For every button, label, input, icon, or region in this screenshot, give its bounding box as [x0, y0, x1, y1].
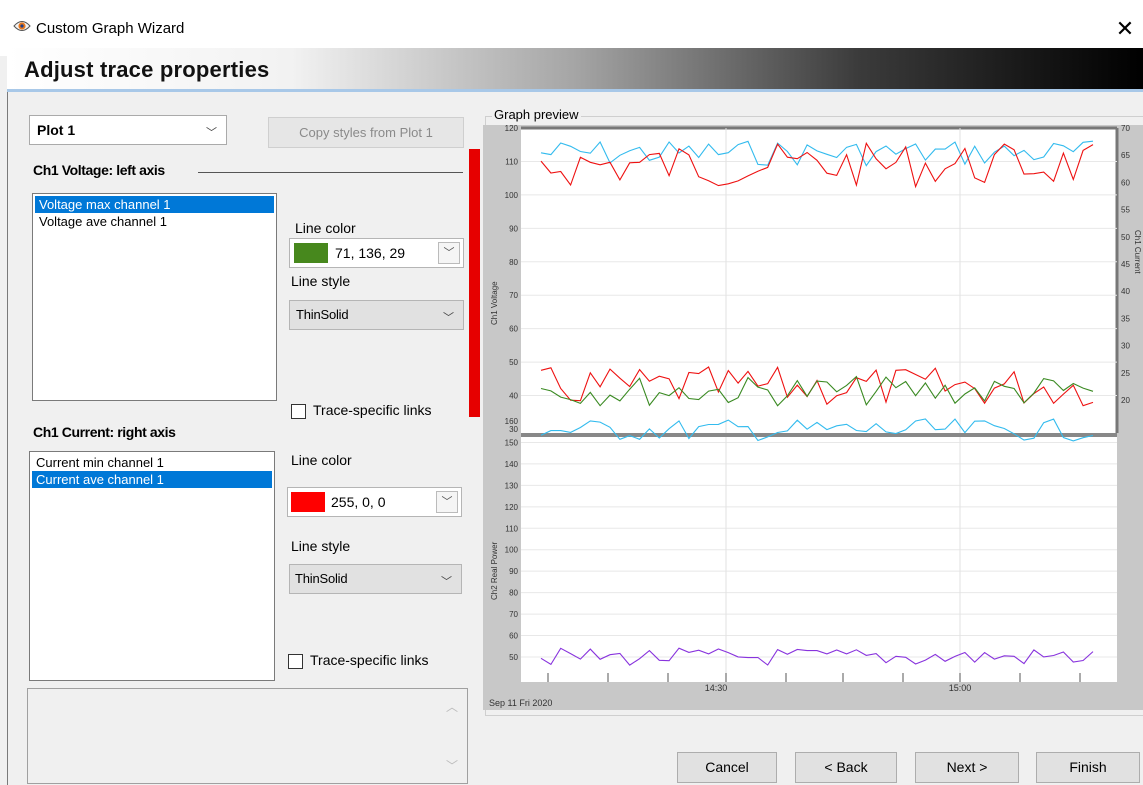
window-border — [7, 92, 8, 785]
chevron-down-icon[interactable]: ﹀ — [441, 573, 452, 589]
y-tick-label: 100 — [505, 191, 519, 200]
trace-specific-links-label: Trace-specific links — [310, 652, 429, 668]
graph-preview-legend: Graph preview — [492, 107, 581, 122]
current-section-heading: Ch1 Current: right axis — [33, 424, 176, 440]
top-right-axis-title: Ch1 Current — [1133, 230, 1142, 274]
chevron-down-icon[interactable]: ﹀ — [206, 124, 217, 140]
y-tick-label: 30 — [1121, 342, 1130, 351]
y-tick-label: 140 — [505, 460, 519, 469]
chevron-down-icon[interactable]: ﹀ — [443, 309, 454, 325]
voltage-section-heading: Ch1 Voltage: left axis — [33, 162, 165, 178]
back-button[interactable]: < Back — [795, 752, 897, 783]
eye-icon — [13, 21, 31, 31]
y-tick-label: 60 — [509, 632, 518, 641]
line-color-value: 71, 136, 29 — [335, 245, 406, 261]
y-tick-label: 150 — [505, 438, 519, 447]
color-swatch — [294, 243, 328, 263]
date-label: Sep 11 Fri 2020 — [489, 698, 552, 708]
y-tick-label: 50 — [509, 653, 518, 662]
y-tick-label: 55 — [1121, 206, 1130, 215]
y-tick-label: 50 — [1121, 233, 1130, 242]
voltage-trace-list[interactable]: Voltage max channel 1 Voltage ave channe… — [32, 193, 277, 401]
chevron-down-icon[interactable]: ﹀ — [436, 491, 458, 513]
y-tick-label: 70 — [509, 610, 518, 619]
copy-styles-button[interactable]: Copy styles from Plot 1 — [268, 117, 464, 148]
cancel-button[interactable]: Cancel — [677, 752, 777, 783]
y-tick-label: 100 — [505, 546, 519, 555]
y-tick-label: 90 — [509, 224, 518, 233]
y-tick-label: 60 — [1121, 178, 1130, 187]
y-tick-label: 130 — [505, 481, 519, 490]
plot-select-value: Plot 1 — [37, 122, 76, 138]
window-title: Custom Graph Wizard — [36, 20, 185, 37]
x-tick-label: 15:00 — [949, 683, 972, 693]
trace-specific-links-checkbox[interactable] — [288, 654, 303, 669]
trace-specific-links-checkbox[interactable] — [291, 404, 306, 419]
close-button[interactable]: ✕ — [1108, 12, 1142, 46]
chevron-down-icon[interactable]: ﹀ — [438, 242, 460, 264]
graph-preview-chart: 120 110 100 90 80 70 60 50 40 30 70 65 60 55 50 45 40 35 3… — [483, 125, 1143, 710]
scroll-up-icon[interactable]: ︿ — [446, 698, 458, 715]
description-textarea[interactable] — [27, 688, 468, 784]
line-color-label: Line color — [291, 452, 352, 468]
y-tick-label: 80 — [509, 589, 518, 598]
y-tick-label: 65 — [1121, 151, 1130, 160]
y-tick-label: 70 — [1121, 125, 1130, 133]
y-tick-label: 110 — [505, 157, 518, 166]
color-swatch — [291, 492, 325, 512]
y-tick-label: 20 — [1121, 396, 1130, 405]
scroll-down-icon[interactable]: ﹀ — [446, 757, 458, 774]
y-tick-label: 60 — [509, 325, 518, 334]
y-tick-label: 35 — [1121, 314, 1130, 323]
list-item[interactable]: Voltage max channel 1 — [35, 196, 274, 213]
y-tick-label: 160 — [505, 417, 519, 426]
y-tick-label: 45 — [1121, 260, 1130, 269]
y-tick-label: 80 — [509, 258, 518, 267]
line-color-value: 255, 0, 0 — [331, 494, 386, 510]
y-tick-label: 40 — [1121, 287, 1130, 296]
section-divider — [198, 172, 463, 173]
y-tick-label: 30 — [509, 425, 518, 434]
y-tick-label: 70 — [509, 291, 518, 300]
y-tick-label: 110 — [505, 524, 518, 533]
line-style-label: Line style — [291, 538, 351, 554]
next-button[interactable]: Next > — [915, 752, 1019, 783]
trace-specific-links-label: Trace-specific links — [313, 402, 432, 418]
y-tick-label: 90 — [509, 567, 518, 576]
page-title: Adjust trace properties — [24, 57, 270, 82]
list-item[interactable]: Current min channel 1 — [32, 454, 272, 471]
line-style-value: ThinSolid — [296, 307, 349, 322]
list-item[interactable]: Current ave channel 1 — [32, 471, 272, 488]
line-color-label: Line color — [295, 220, 356, 236]
x-tick-label: 14:30 — [705, 683, 728, 693]
y-tick-label: 40 — [509, 392, 518, 401]
top-left-axis-title: Ch1 Voltage — [490, 281, 499, 325]
y-tick-label: 25 — [1121, 369, 1130, 378]
selection-indicator-bar — [469, 149, 480, 417]
bottom-plot-area — [521, 437, 1117, 682]
plot-separator — [521, 433, 1117, 437]
y-tick-label: 50 — [509, 358, 518, 367]
finish-button[interactable]: Finish — [1036, 752, 1140, 783]
list-item[interactable]: Voltage ave channel 1 — [35, 213, 274, 230]
y-tick-label: 120 — [505, 503, 519, 512]
current-trace-list[interactable]: Current min channel 1 Current ave channe… — [29, 451, 275, 681]
bottom-left-axis-title: Ch2 Real Power — [490, 541, 499, 600]
line-style-label: Line style — [291, 273, 351, 289]
line-style-value: ThinSolid — [295, 571, 348, 586]
y-tick-label: 120 — [505, 125, 519, 133]
